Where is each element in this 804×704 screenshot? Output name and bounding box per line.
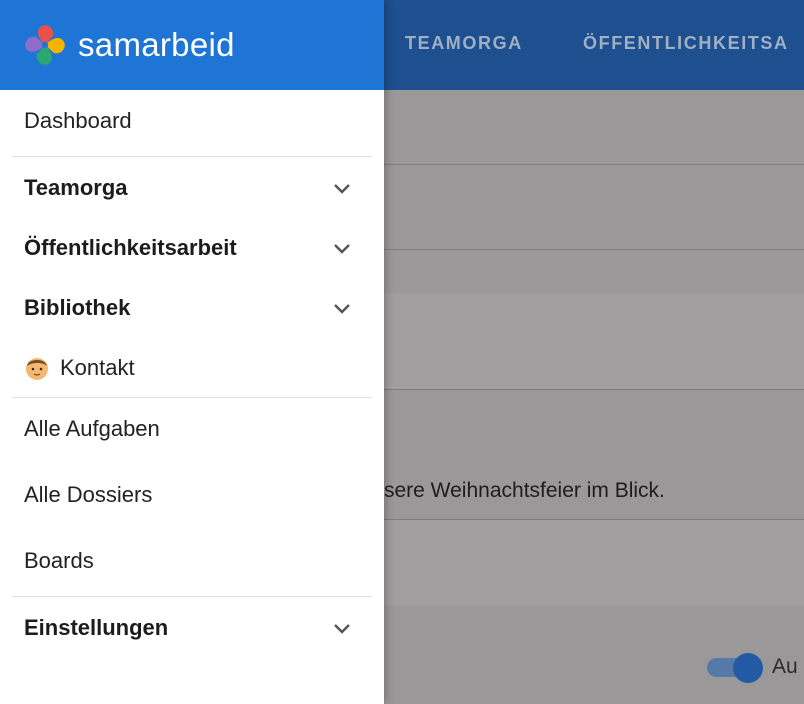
nav-item-dashboard[interactable]: Dashboard <box>0 102 384 140</box>
nav-item-label: Teamorga <box>24 175 128 200</box>
nav-item-label: Öffentlichkeitsarbeit <box>24 235 237 260</box>
nav-item-alle-aufgaben[interactable]: Alle Aufgaben <box>0 409 384 449</box>
chevron-down-icon <box>334 304 350 314</box>
user-avatar-icon <box>26 358 48 380</box>
nav-divider <box>12 397 372 398</box>
nav-item-boards[interactable]: Boards <box>0 541 384 581</box>
content-divider <box>384 164 804 165</box>
chevron-down-icon <box>334 244 350 254</box>
nav-item-label: Alle Dossiers <box>24 482 153 507</box>
nav-item-label: Kontakt <box>60 355 135 380</box>
chevron-down-icon <box>334 624 350 634</box>
nav-item-label: Alle Aufgaben <box>24 416 160 441</box>
nav-divider <box>12 596 372 597</box>
nav-item-label: Dashboard <box>24 108 132 133</box>
content-divider <box>384 389 804 390</box>
chevron-down-icon <box>334 184 350 194</box>
toggle-switch-knob[interactable] <box>733 653 763 683</box>
drawer-header[interactable]: samarbeid <box>0 0 384 90</box>
content-text: sere Weihnachtsfeier im Blick. <box>384 479 665 502</box>
nav-group-einstellungen[interactable]: Einstellungen <box>0 608 384 648</box>
nav-divider <box>12 156 372 157</box>
tab-teamorga[interactable]: TEAMORGA <box>405 33 523 54</box>
nav-item-label: Boards <box>24 548 94 573</box>
navigation-drawer: samarbeid Dashboard Teamorga Öffentlichk… <box>0 0 384 704</box>
nav-group-teamorga[interactable]: Teamorga <box>0 168 384 208</box>
nav-group-oeffentlichkeitsarbeit[interactable]: Öffentlichkeitsarbeit <box>0 228 384 268</box>
nav-item-label: Einstellungen <box>24 615 169 640</box>
nav-item-alle-dossiers[interactable]: Alle Dossiers <box>0 475 384 515</box>
content-card <box>384 294 804 390</box>
tab-oeffentlichkeitsarbeit[interactable]: ÖFFENTLICHKEITSA <box>583 33 789 54</box>
nav-item-kontakt[interactable]: Kontakt <box>0 348 384 388</box>
content-divider <box>384 249 804 250</box>
content-card <box>384 520 804 606</box>
pinwheel-logo-icon <box>25 25 65 65</box>
toggle-label: Au <box>772 655 798 678</box>
nav-group-bibliothek[interactable]: Bibliothek <box>0 288 384 328</box>
brand-name: samarbeid <box>78 26 235 63</box>
nav-item-label: Bibliothek <box>24 295 131 320</box>
